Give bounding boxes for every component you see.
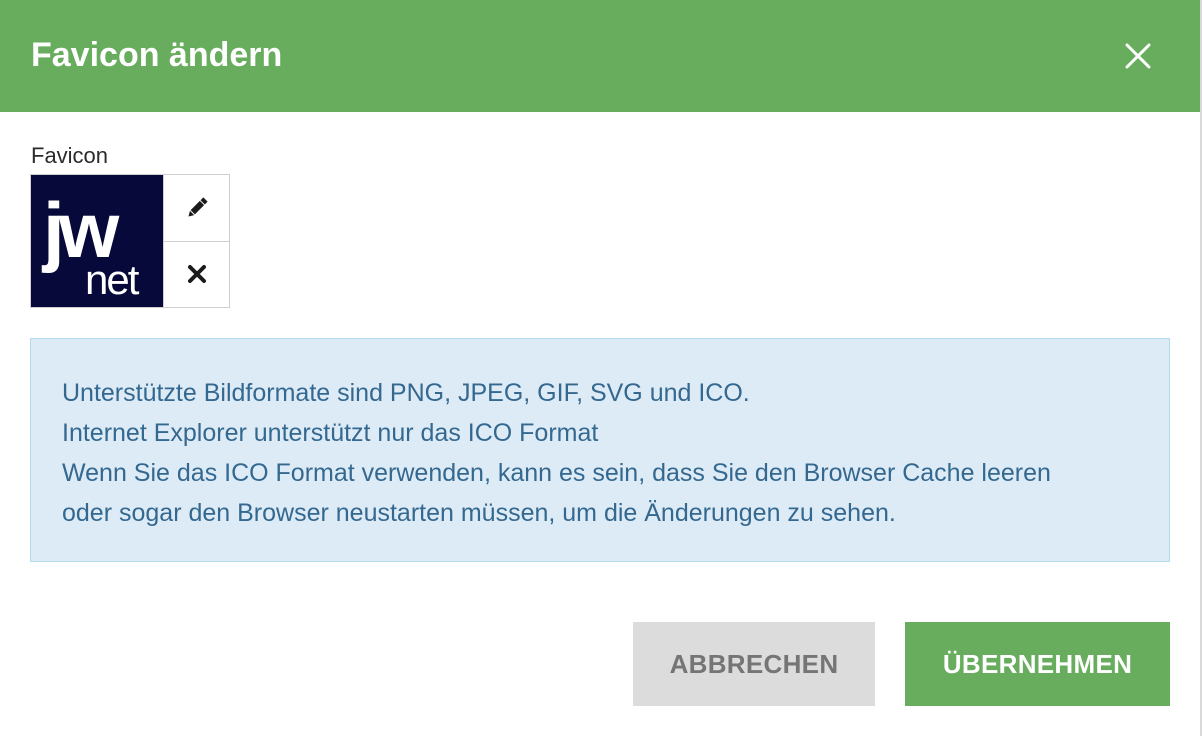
- x-mark-icon: [187, 265, 206, 284]
- close-button[interactable]: [1118, 36, 1158, 76]
- info-line: Wenn Sie das ICO Format verwenden, kann …: [62, 459, 1051, 487]
- favicon-actions: [164, 175, 229, 307]
- favicon-label: Favicon: [31, 143, 109, 168]
- info-line: Unterstützte Bildformate sind PNG, JPEG,…: [62, 379, 750, 407]
- remove-favicon-button[interactable]: [164, 240, 229, 308]
- favicon-field: jw net: [30, 174, 230, 308]
- logo-text-bottom: net: [85, 256, 140, 303]
- dialog-header: Favicon ändern: [0, 0, 1200, 112]
- close-icon: [1125, 43, 1151, 69]
- pencil-icon: [188, 197, 208, 217]
- dialog-title: Favicon ändern: [31, 36, 283, 74]
- edit-favicon-button[interactable]: [164, 175, 229, 241]
- favicon-logo: jw net: [41, 186, 142, 303]
- info-line: Internet Explorer unterstützt nur das IC…: [62, 419, 599, 447]
- favicon-preview: jw net: [31, 175, 164, 307]
- info-line: oder sogar den Browser neustarten müssen…: [62, 499, 896, 527]
- favicon-dialog: Favicon ändern Favicon jw net Unterstütz…: [0, 0, 1202, 736]
- apply-button[interactable]: ÜBERNEHMEN: [905, 622, 1170, 706]
- info-alert: Unterstützte Bildformate sind PNG, JPEG,…: [30, 338, 1170, 562]
- cancel-button[interactable]: ABBRECHEN: [633, 622, 875, 706]
